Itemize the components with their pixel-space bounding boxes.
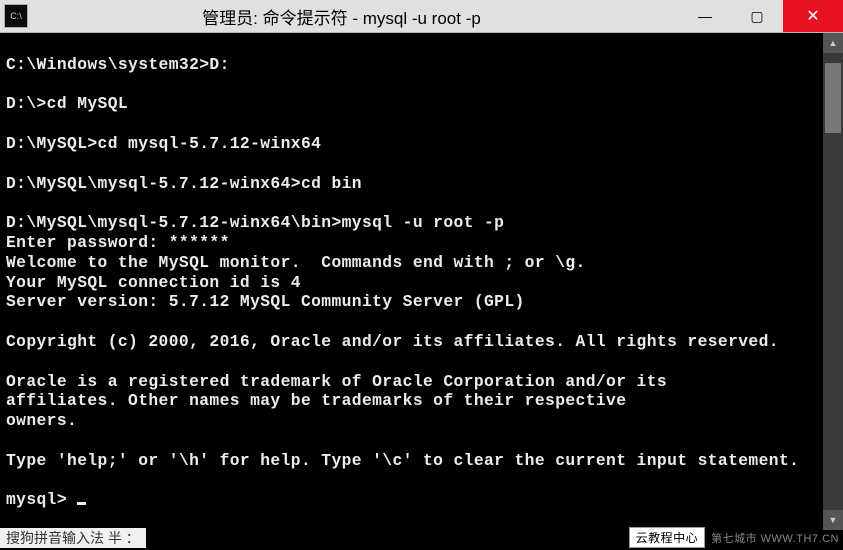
terminal-line: Enter password: ****** (6, 233, 837, 253)
terminal-line: mysql> (6, 490, 837, 510)
terminal-line: D:\MySQL>cd mysql-5.7.12-winx64 (6, 134, 837, 154)
text-cursor (77, 502, 86, 505)
window-title: 管理员: 命令提示符 - mysql -u root -p (34, 4, 679, 29)
terminal-line (6, 154, 837, 174)
terminal-line (6, 471, 837, 491)
terminal-line: D:\MySQL\mysql-5.7.12-winx64\bin>mysql -… (6, 213, 837, 233)
terminal-output[interactable]: C:\Windows\system32>D: D:\>cd MySQL D:\MyS… (0, 33, 843, 530)
watermark: 云教程中心 第七城市 WWW.TH7.CN (629, 527, 839, 548)
ime-status-bar: 搜狗拼音输入法 半 ： (0, 528, 146, 548)
terminal-line: Oracle is a registered trademark of Orac… (6, 372, 837, 392)
terminal-line (6, 352, 837, 372)
terminal-line (6, 35, 837, 55)
watermark-text: 第七城市 WWW.TH7.CN (711, 530, 839, 546)
close-button[interactable]: ✕ (783, 0, 843, 32)
terminal-line (6, 114, 837, 134)
terminal-line: C:\Windows\system32>D: (6, 55, 837, 75)
titlebar[interactable]: C:\ 管理员: 命令提示符 - mysql -u root -p — ▢ ✕ (0, 0, 843, 33)
terminal-line: Type 'help;' or '\h' for help. Type '\c'… (6, 451, 837, 471)
terminal-line: Welcome to the MySQL monitor. Commands e… (6, 253, 837, 273)
terminal-line: owners. (6, 411, 837, 431)
scroll-thumb[interactable] (825, 63, 841, 133)
terminal-line: D:\MySQL\mysql-5.7.12-winx64>cd bin (6, 174, 837, 194)
maximize-button[interactable]: ▢ (731, 0, 783, 32)
minimize-button[interactable]: — (679, 0, 731, 32)
terminal-container: C:\Windows\system32>D: D:\>cd MySQL D:\MyS… (0, 33, 843, 530)
terminal-line (6, 75, 837, 95)
terminal-line: D:\>cd MySQL (6, 94, 837, 114)
scroll-up-button[interactable]: ▲ (823, 33, 843, 53)
scroll-track[interactable] (823, 53, 843, 510)
scrollbar[interactable]: ▲ ▼ (823, 33, 843, 530)
app-icon: C:\ (4, 4, 28, 28)
caption-buttons: — ▢ ✕ (679, 0, 843, 32)
terminal-line: affiliates. Other names may be trademark… (6, 391, 837, 411)
terminal-line: Server version: 5.7.12 MySQL Community S… (6, 292, 837, 312)
terminal-line: Copyright (c) 2000, 2016, Oracle and/or … (6, 332, 837, 352)
terminal-line (6, 193, 837, 213)
watermark-badge: 云教程中心 (629, 527, 706, 548)
terminal-line (6, 312, 837, 332)
terminal-line: Your MySQL connection id is 4 (6, 273, 837, 293)
terminal-line (6, 431, 837, 451)
